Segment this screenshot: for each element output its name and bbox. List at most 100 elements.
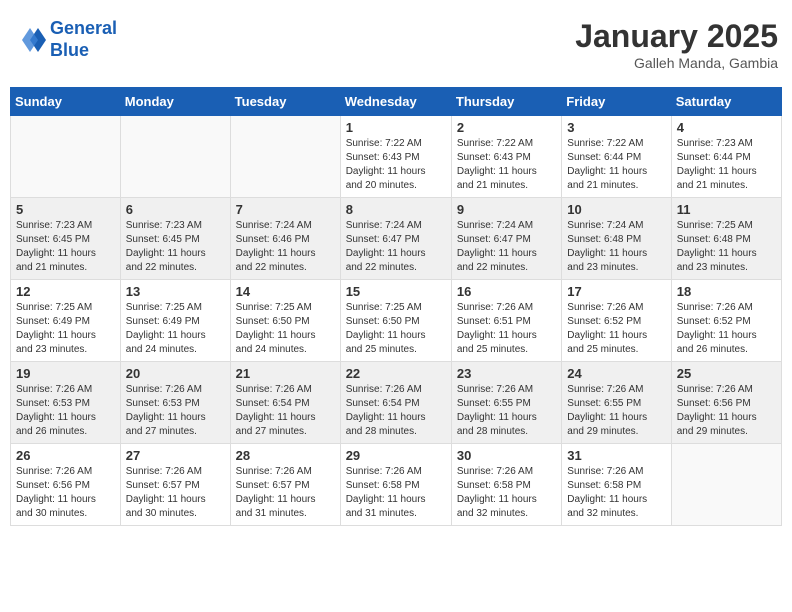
- day-info: Sunrise: 7:26 AM Sunset: 6:53 PM Dayligh…: [16, 383, 115, 439]
- day-info: Sunrise: 7:25 AM Sunset: 6:50 PM Dayligh…: [346, 301, 446, 357]
- calendar-cell: 18 Sunrise: 7:26 AM Sunset: 6:52 PM Dayli…: [671, 280, 781, 362]
- day-info: Sunrise: 7:24 AM Sunset: 6:46 PM Dayligh…: [236, 219, 335, 275]
- day-info: Sunrise: 7:26 AM Sunset: 6:55 PM Dayligh…: [567, 383, 665, 439]
- day-number: 29: [346, 448, 446, 463]
- day-number: 1: [346, 120, 446, 135]
- day-number: 23: [457, 366, 556, 381]
- day-info: Sunrise: 7:26 AM Sunset: 6:57 PM Dayligh…: [126, 465, 225, 521]
- day-number: 3: [567, 120, 665, 135]
- weekday-header-row: SundayMondayTuesdayWednesdayThursdayFrid…: [11, 88, 782, 116]
- calendar-cell: [671, 444, 781, 526]
- location-subtitle: Galleh Manda, Gambia: [575, 55, 778, 71]
- calendar-week-3: 12 Sunrise: 7:25 AM Sunset: 6:49 PM Dayli…: [11, 280, 782, 362]
- calendar-cell: 29 Sunrise: 7:26 AM Sunset: 6:58 PM Dayli…: [340, 444, 451, 526]
- calendar-cell: 24 Sunrise: 7:26 AM Sunset: 6:55 PM Dayli…: [562, 362, 671, 444]
- day-number: 31: [567, 448, 665, 463]
- calendar-cell: 23 Sunrise: 7:26 AM Sunset: 6:55 PM Dayli…: [451, 362, 561, 444]
- logo: General Blue: [14, 18, 117, 61]
- day-info: Sunrise: 7:25 AM Sunset: 6:49 PM Dayligh…: [126, 301, 225, 357]
- calendar-week-5: 26Sunrise: 7:26 AM Sunset: 6:56 PM Dayli…: [11, 444, 782, 526]
- day-number: 18: [677, 284, 776, 299]
- day-info: Sunrise: 7:25 AM Sunset: 6:50 PM Dayligh…: [236, 301, 335, 357]
- page-header: General Blue January 2025 Galleh Manda, …: [10, 10, 782, 79]
- day-number: 25: [677, 366, 776, 381]
- calendar-cell: 9Sunrise: 7:24 AM Sunset: 6:47 PM Daylig…: [451, 198, 561, 280]
- day-number: 27: [126, 448, 225, 463]
- day-info: Sunrise: 7:23 AM Sunset: 6:45 PM Dayligh…: [126, 219, 225, 275]
- calendar-cell: 8Sunrise: 7:24 AM Sunset: 6:47 PM Daylig…: [340, 198, 451, 280]
- day-number: 5: [16, 202, 115, 217]
- day-info: Sunrise: 7:26 AM Sunset: 6:57 PM Dayligh…: [236, 465, 335, 521]
- weekday-header-saturday: Saturday: [671, 88, 781, 116]
- calendar-cell: 10Sunrise: 7:24 AM Sunset: 6:48 PM Dayli…: [562, 198, 671, 280]
- weekday-header-friday: Friday: [562, 88, 671, 116]
- day-number: 24: [567, 366, 665, 381]
- day-number: 12: [16, 284, 115, 299]
- day-number: 15: [346, 284, 446, 299]
- calendar-cell: [11, 116, 121, 198]
- calendar-cell: 1 Sunrise: 7:22 AM Sunset: 6:43 PM Daylig…: [340, 116, 451, 198]
- month-title: January 2025: [575, 18, 778, 55]
- day-number: 13: [126, 284, 225, 299]
- day-number: 21: [236, 366, 335, 381]
- day-number: 11: [677, 202, 776, 217]
- calendar-cell: 3 Sunrise: 7:22 AM Sunset: 6:44 PM Daylig…: [562, 116, 671, 198]
- weekday-header-tuesday: Tuesday: [230, 88, 340, 116]
- day-number: 19: [16, 366, 115, 381]
- calendar-cell: 13 Sunrise: 7:25 AM Sunset: 6:49 PM Dayli…: [120, 280, 230, 362]
- day-info: Sunrise: 7:26 AM Sunset: 6:58 PM Dayligh…: [346, 465, 446, 521]
- calendar-week-1: 1 Sunrise: 7:22 AM Sunset: 6:43 PM Daylig…: [11, 116, 782, 198]
- day-number: 30: [457, 448, 556, 463]
- calendar-cell: 2Sunrise: 7:22 AM Sunset: 6:43 PM Daylig…: [451, 116, 561, 198]
- day-info: Sunrise: 7:26 AM Sunset: 6:53 PM Dayligh…: [126, 383, 225, 439]
- day-info: Sunrise: 7:22 AM Sunset: 6:44 PM Dayligh…: [567, 137, 665, 193]
- weekday-header-monday: Monday: [120, 88, 230, 116]
- calendar-table: SundayMondayTuesdayWednesdayThursdayFrid…: [10, 87, 782, 526]
- calendar-cell: 14Sunrise: 7:25 AM Sunset: 6:50 PM Dayli…: [230, 280, 340, 362]
- day-info: Sunrise: 7:26 AM Sunset: 6:56 PM Dayligh…: [677, 383, 776, 439]
- day-info: Sunrise: 7:26 AM Sunset: 6:54 PM Dayligh…: [236, 383, 335, 439]
- logo-icon: [14, 24, 46, 56]
- calendar-week-2: 5 Sunrise: 7:23 AM Sunset: 6:45 PM Daylig…: [11, 198, 782, 280]
- calendar-cell: 19 Sunrise: 7:26 AM Sunset: 6:53 PM Dayli…: [11, 362, 121, 444]
- day-info: Sunrise: 7:26 AM Sunset: 6:56 PM Dayligh…: [16, 465, 115, 521]
- calendar-cell: 28Sunrise: 7:26 AM Sunset: 6:57 PM Dayli…: [230, 444, 340, 526]
- day-number: 2: [457, 120, 556, 135]
- calendar-cell: 5Sunrise: 7:23 AM Sunset: 6:45 PM Daylig…: [11, 198, 121, 280]
- calendar-cell: 15 Sunrise: 7:25 AM Sunset: 6:50 PM Dayli…: [340, 280, 451, 362]
- calendar-cell: 22Sunrise: 7:26 AM Sunset: 6:54 PM Dayli…: [340, 362, 451, 444]
- day-info: Sunrise: 7:26 AM Sunset: 6:58 PM Dayligh…: [567, 465, 665, 521]
- calendar-cell: [230, 116, 340, 198]
- calendar-cell: 25 Sunrise: 7:26 AM Sunset: 6:56 PM Dayli…: [671, 362, 781, 444]
- day-info: Sunrise: 7:26 AM Sunset: 6:58 PM Dayligh…: [457, 465, 556, 521]
- day-info: Sunrise: 7:26 AM Sunset: 6:51 PM Dayligh…: [457, 301, 556, 357]
- calendar-cell: 4 Sunrise: 7:23 AM Sunset: 6:44 PM Daylig…: [671, 116, 781, 198]
- day-info: Sunrise: 7:26 AM Sunset: 6:52 PM Dayligh…: [567, 301, 665, 357]
- calendar-cell: 31 Sunrise: 7:26 AM Sunset: 6:58 PM Dayli…: [562, 444, 671, 526]
- day-info: Sunrise: 7:24 AM Sunset: 6:47 PM Dayligh…: [457, 219, 556, 275]
- calendar-cell: 12 Sunrise: 7:25 AM Sunset: 6:49 PM Dayli…: [11, 280, 121, 362]
- day-number: 8: [346, 202, 446, 217]
- calendar-cell: 20Sunrise: 7:26 AM Sunset: 6:53 PM Dayli…: [120, 362, 230, 444]
- day-info: Sunrise: 7:25 AM Sunset: 6:49 PM Dayligh…: [16, 301, 115, 357]
- day-number: 16: [457, 284, 556, 299]
- day-number: 17: [567, 284, 665, 299]
- title-block: January 2025 Galleh Manda, Gambia: [575, 18, 778, 71]
- day-info: Sunrise: 7:26 AM Sunset: 6:52 PM Dayligh…: [677, 301, 776, 357]
- weekday-header-sunday: Sunday: [11, 88, 121, 116]
- logo-text: General Blue: [50, 18, 117, 61]
- calendar-cell: 17 Sunrise: 7:26 AM Sunset: 6:52 PM Dayli…: [562, 280, 671, 362]
- day-info: Sunrise: 7:26 AM Sunset: 6:55 PM Dayligh…: [457, 383, 556, 439]
- day-info: Sunrise: 7:22 AM Sunset: 6:43 PM Dayligh…: [346, 137, 446, 193]
- day-info: Sunrise: 7:25 AM Sunset: 6:48 PM Dayligh…: [677, 219, 776, 275]
- calendar-week-4: 19 Sunrise: 7:26 AM Sunset: 6:53 PM Dayli…: [11, 362, 782, 444]
- day-number: 4: [677, 120, 776, 135]
- calendar-cell: 26Sunrise: 7:26 AM Sunset: 6:56 PM Dayli…: [11, 444, 121, 526]
- calendar-cell: 30 Sunrise: 7:26 AM Sunset: 6:58 PM Dayli…: [451, 444, 561, 526]
- day-info: Sunrise: 7:23 AM Sunset: 6:44 PM Dayligh…: [677, 137, 776, 193]
- weekday-header-wednesday: Wednesday: [340, 88, 451, 116]
- day-number: 7: [236, 202, 335, 217]
- calendar-cell: 6Sunrise: 7:23 AM Sunset: 6:45 PM Daylig…: [120, 198, 230, 280]
- calendar-cell: 7 Sunrise: 7:24 AM Sunset: 6:46 PM Daylig…: [230, 198, 340, 280]
- calendar-cell: 21 Sunrise: 7:26 AM Sunset: 6:54 PM Dayli…: [230, 362, 340, 444]
